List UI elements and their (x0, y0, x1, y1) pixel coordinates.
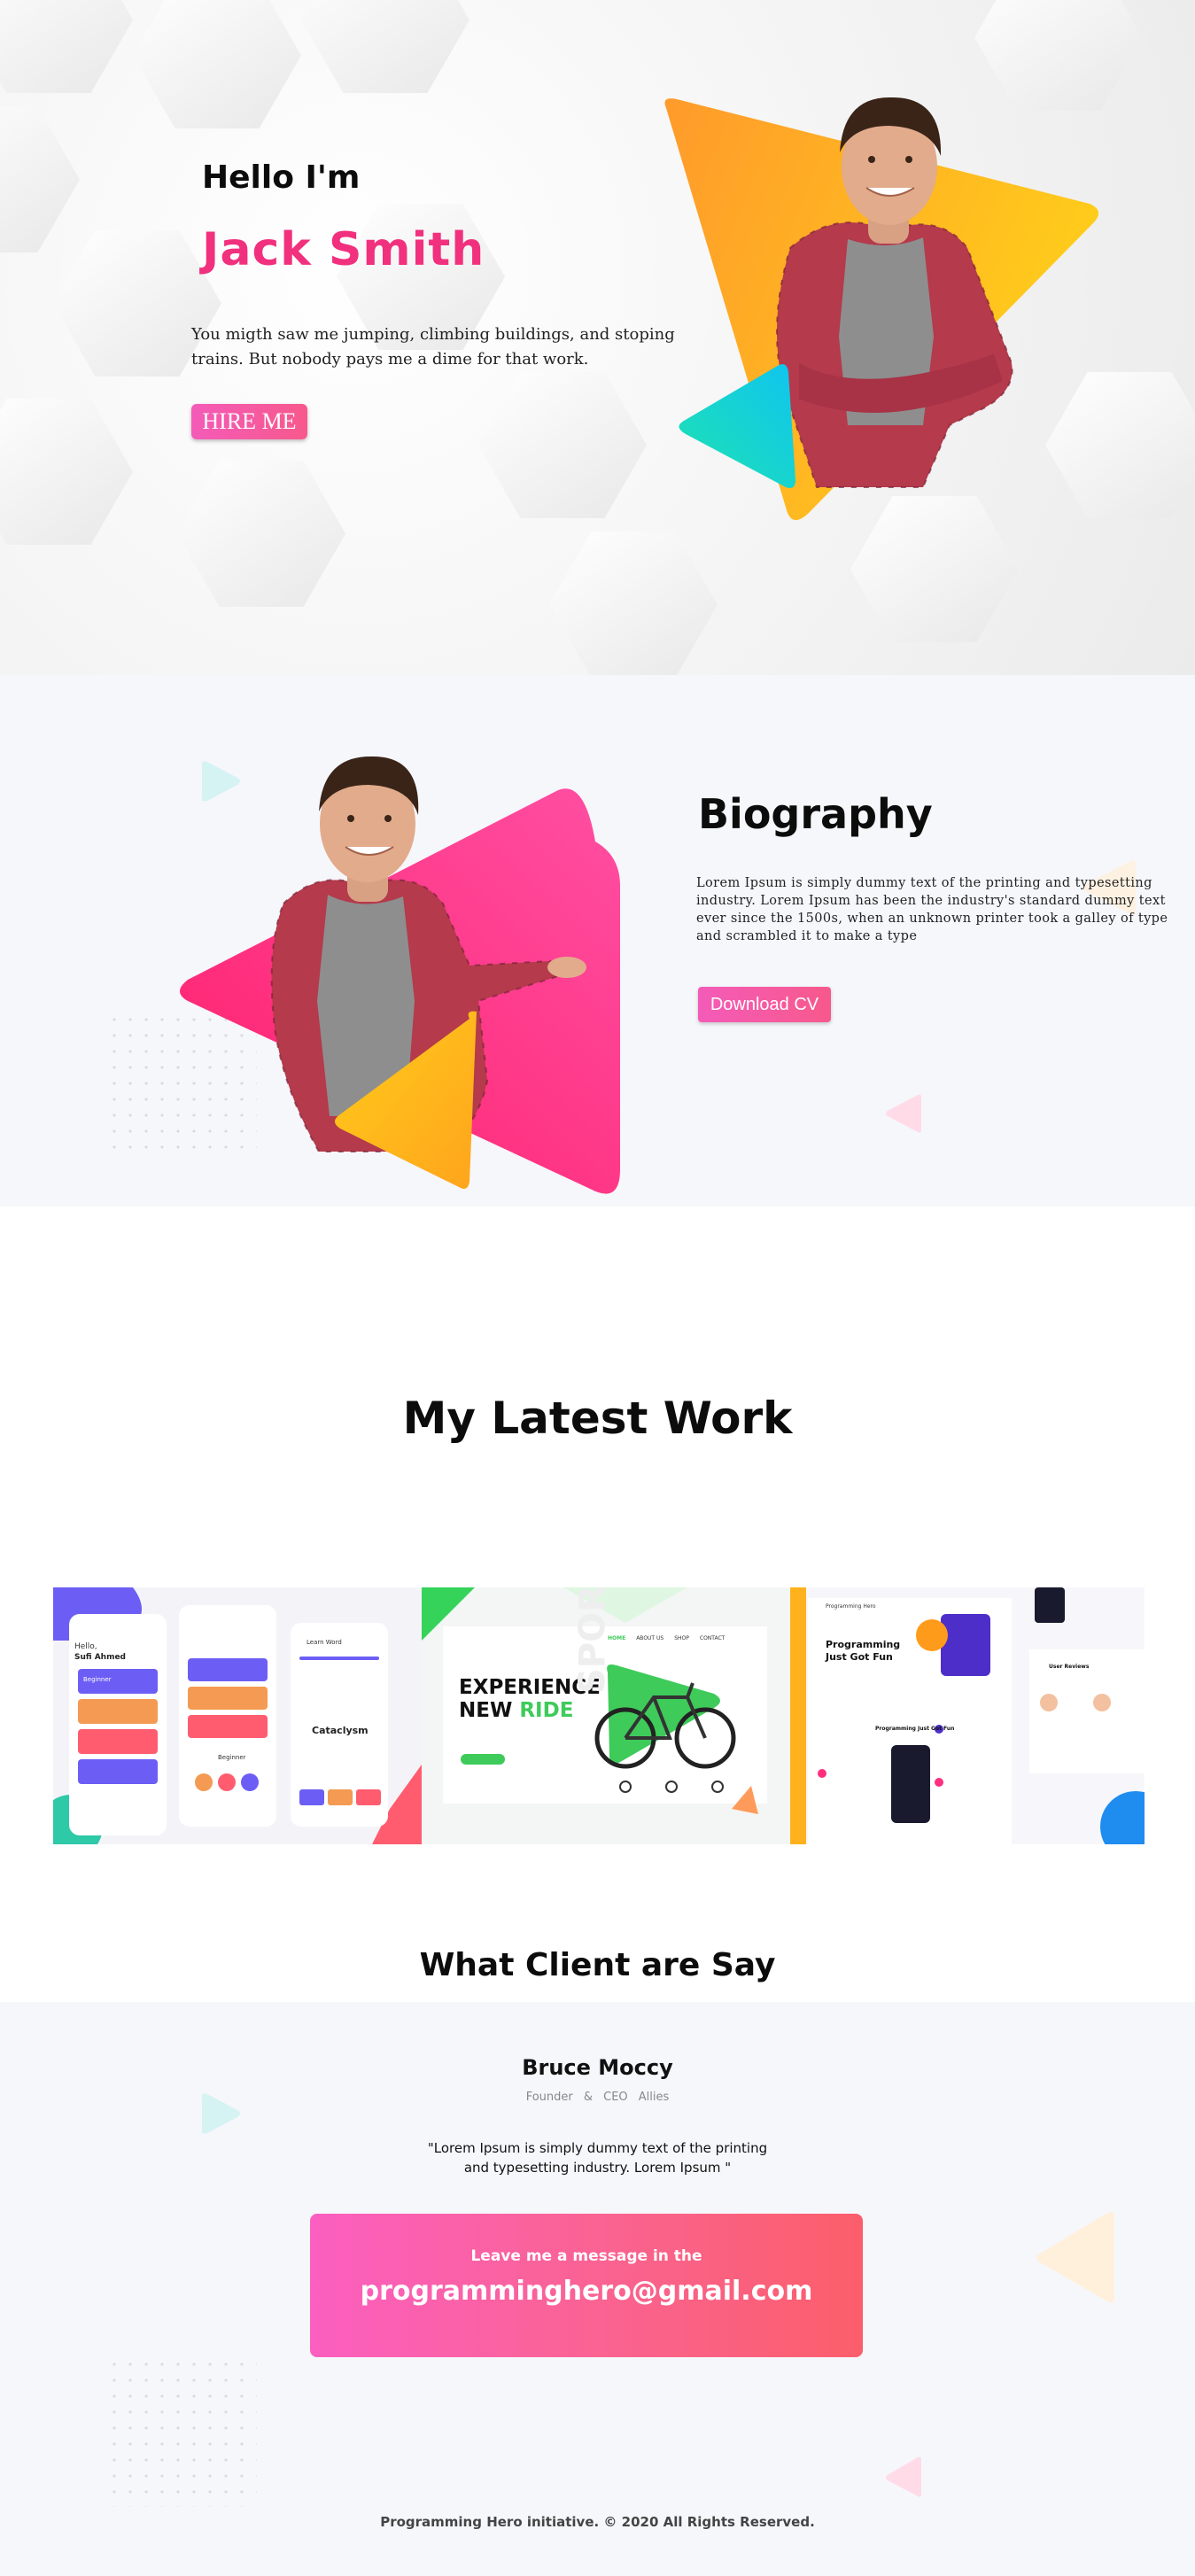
ph-headline: Programming Just Got Fun (826, 1639, 901, 1663)
hire-me-button[interactable]: HIRE ME (191, 404, 307, 439)
hex-decoration (0, 399, 133, 545)
client-name: Bruce Moccy (522, 2055, 673, 2080)
hex-decoration (177, 461, 345, 607)
bike-nav-item: ABOUT US (636, 1635, 664, 1641)
ph-brand: Programming Hero (826, 1603, 876, 1610)
download-cv-button[interactable]: Download CV (698, 987, 831, 1022)
biography-portrait (180, 756, 620, 1194)
bike-headline-ride: RIDE (519, 1699, 574, 1722)
quiz-greeting: Hello, (74, 1642, 97, 1651)
hex-decoration (0, 106, 80, 252)
contact-card[interactable]: Leave me a message in the programmingher… (310, 2214, 863, 2357)
bike-headline-new: NEW (459, 1699, 520, 1722)
portfolio-item-quiz-app[interactable]: Hello, Sufi Ahmed Beginner Learn Word Ca… (53, 1587, 422, 1844)
bike-nav-item: CONTACT (699, 1635, 726, 1641)
hex-decoration (0, 0, 133, 93)
client-quote: "Lorem Ipsum is simply dummy text of the… (427, 2140, 768, 2176)
quiz-footer-level: Beginner (218, 1754, 246, 1761)
biography-text: Lorem Ipsum is simply dummy text of the … (696, 876, 1168, 943)
footer-copyright: Programming Hero initiative. © 2020 All … (380, 2514, 815, 2530)
quiz-word: Cataclysm (312, 1725, 369, 1736)
contact-lead-text: Leave me a message in the (470, 2247, 702, 2265)
contact-email-link[interactable]: programminghero@gmail.com (310, 2276, 863, 2307)
quiz-title: Learn Word (307, 1639, 342, 1646)
portfolio-item-bike-landing[interactable]: EXPERIENCE NEW RIDE SPORT HOME ABOUT US … (422, 1587, 790, 1844)
hero-name: Jack Smith (202, 223, 485, 276)
biography-section: Biography Lorem Ipsum is simply dummy te… (0, 675, 1195, 1207)
ph-section-title: Programming Just Got Fun (875, 1726, 955, 1732)
portfolio-gallery: Hello, Sufi Ahmed Beginner Learn Word Ca… (53, 1587, 1145, 1844)
triangle-decoration (1036, 2212, 1114, 2303)
bike-headline-2: NEW RIDE (459, 1699, 573, 1722)
latest-work-title: My Latest Work (402, 1393, 793, 1444)
client-role: Founder & CEO Allies (525, 2091, 670, 2104)
triangle-decoration (886, 2456, 921, 2497)
hero-greeting: Hello I'm (202, 159, 361, 196)
client-section-title: What Client are Say (419, 1947, 776, 1983)
quiz-level: Beginner (83, 1676, 112, 1683)
hex-decoration (301, 0, 469, 93)
portfolio-item-programming-hero[interactable]: Programming Hero Programming Just Got Fu… (790, 1587, 1145, 1844)
hex-decoration (549, 531, 718, 675)
hero-portrait (664, 97, 1099, 521)
hex-decoration (478, 372, 647, 518)
triangle-decoration (886, 1094, 921, 1133)
dot-pattern (106, 2356, 257, 2507)
bike-nav: HOME ABOUT US SHOP CONTACT (608, 1635, 725, 1641)
bike-nav-item: SHOP (674, 1635, 689, 1641)
hex-decoration (133, 0, 301, 128)
quiz-app-preview (53, 1587, 422, 1844)
ph-reviews-title: User Reviews (1049, 1664, 1090, 1670)
quiz-user: Sufi Ahmed (74, 1653, 126, 1662)
bike-nav-item: HOME (608, 1635, 626, 1641)
client-section: Bruce Moccy Founder & CEO Allies "Lorem … (0, 2002, 1195, 2576)
hero-section: Hello I'm Jack Smith You migth saw me ju… (0, 0, 1195, 675)
hero-description: You migth saw me jumping, climbing build… (191, 325, 675, 369)
biography-title: Biography (698, 790, 933, 838)
programming-hero-preview (790, 1587, 1145, 1844)
